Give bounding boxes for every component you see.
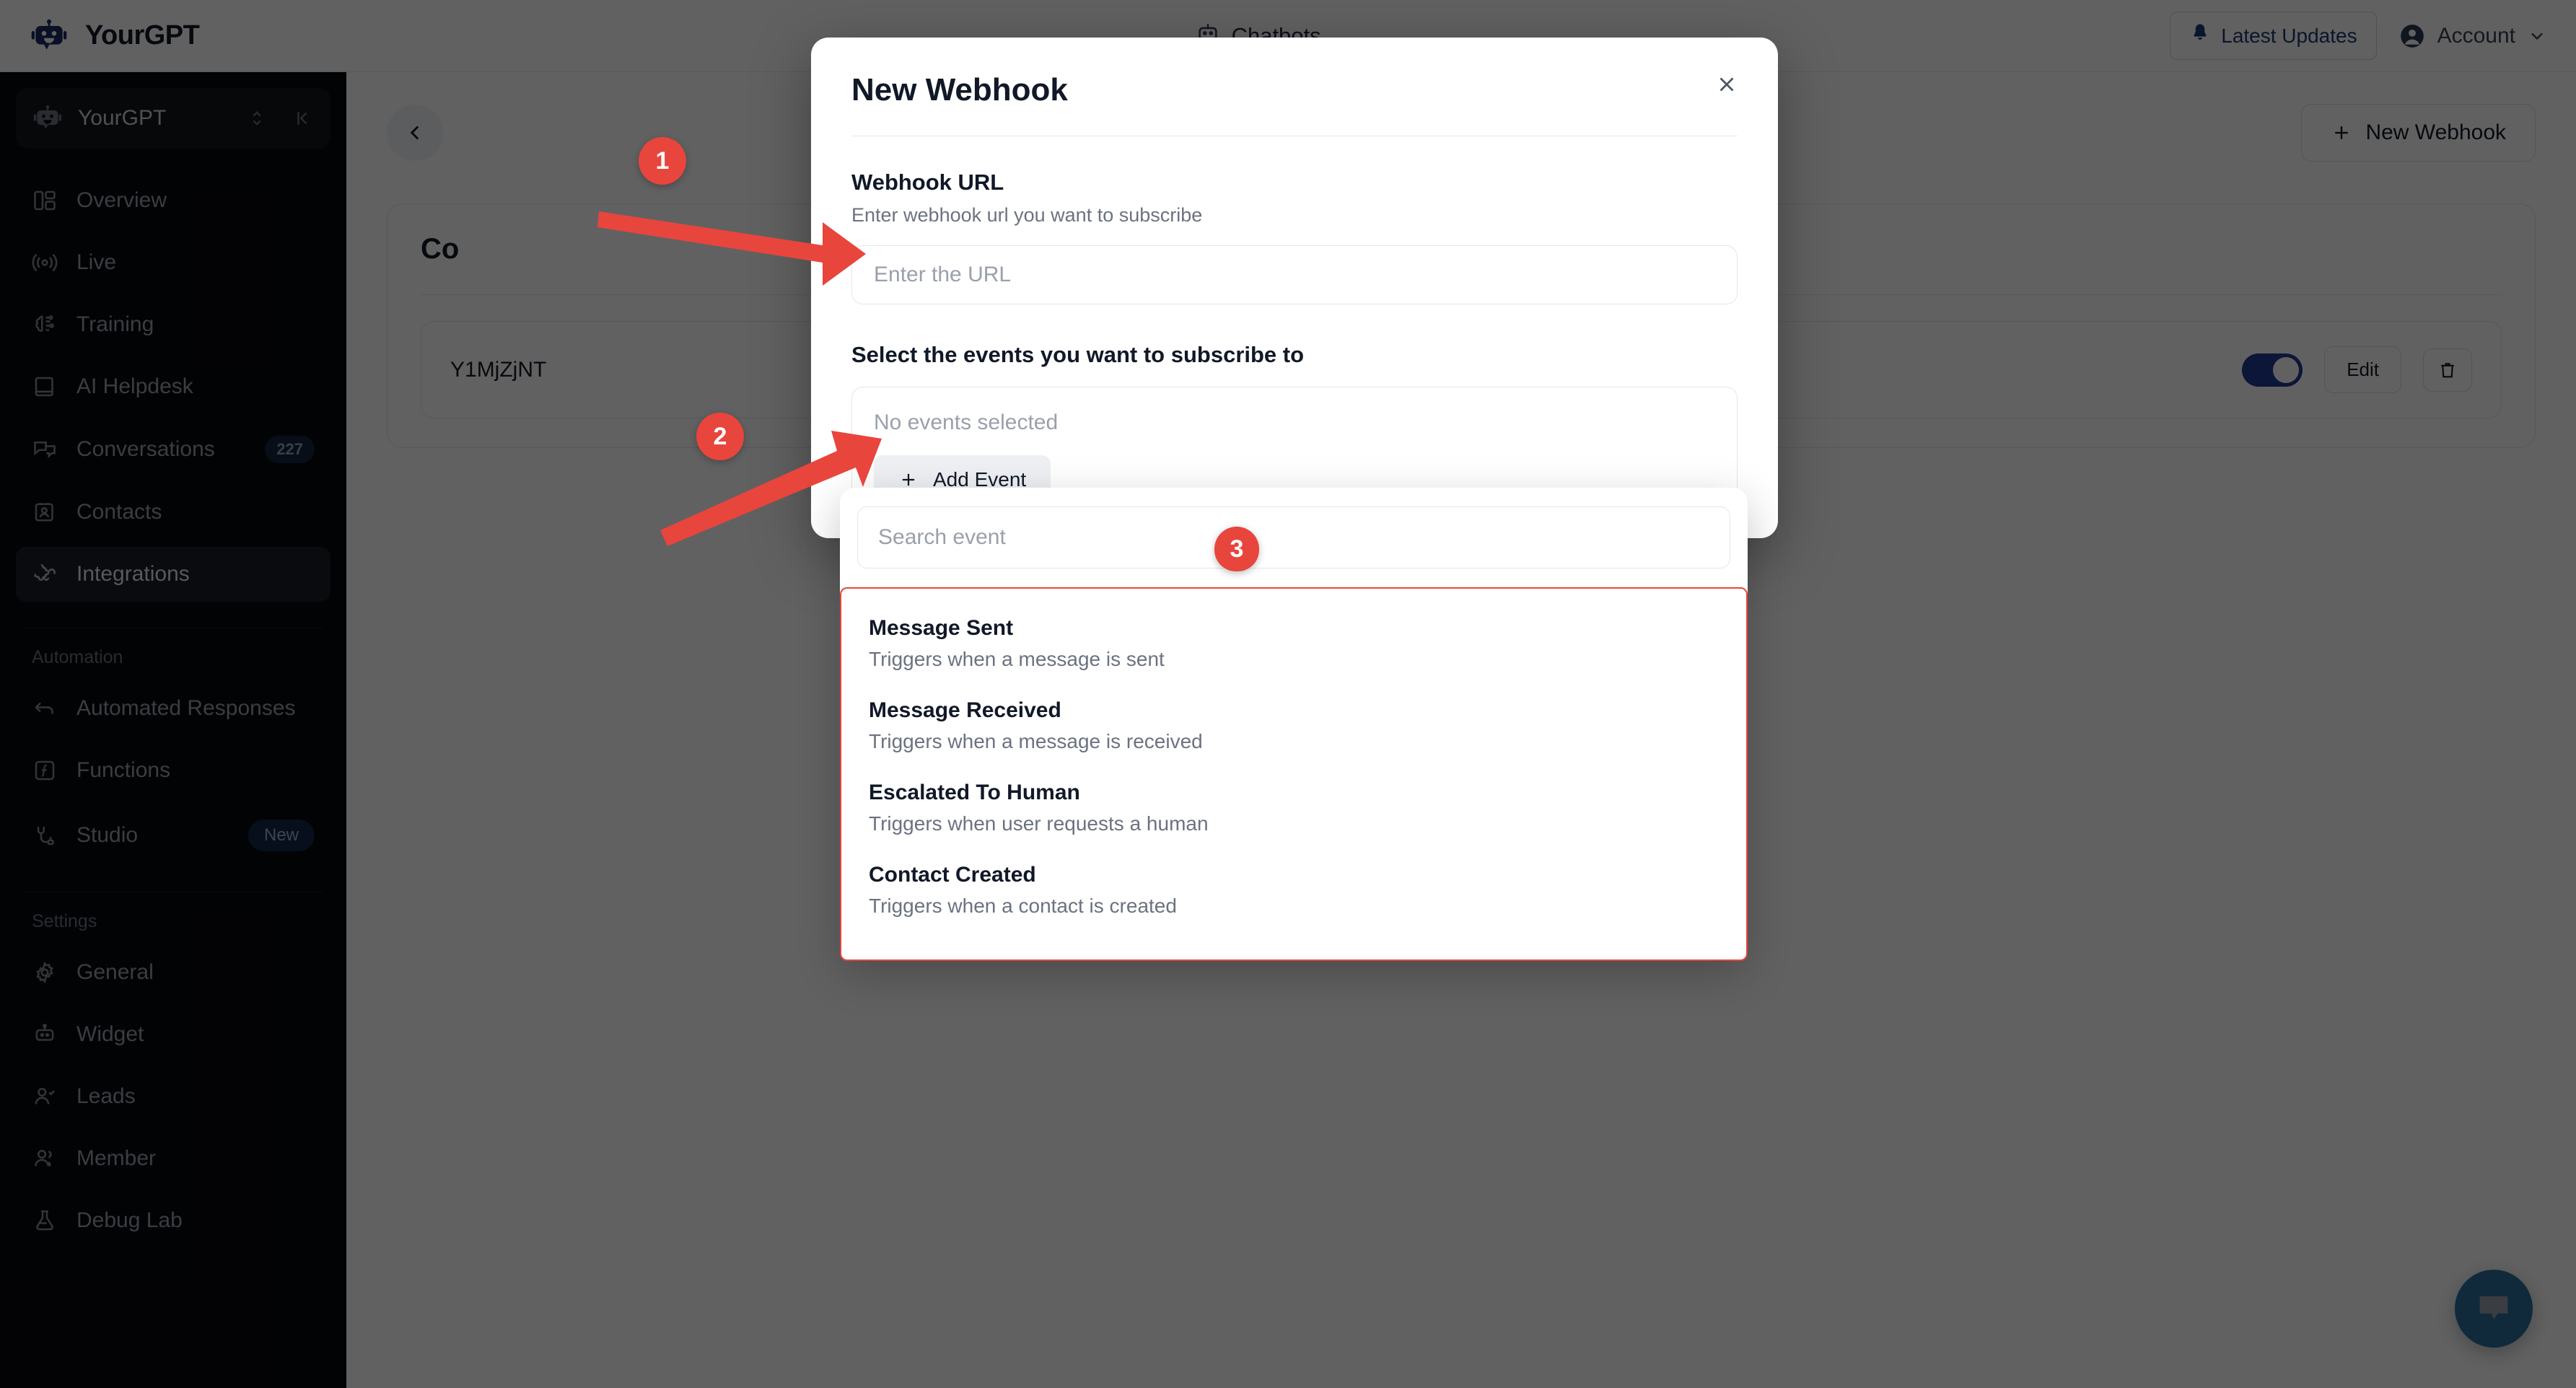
- list-item[interactable]: Escalated To Human Triggers when user re…: [869, 772, 1719, 854]
- webhook-url-input[interactable]: Enter the URL: [851, 245, 1738, 304]
- close-icon: [1714, 72, 1739, 97]
- event-name: Contact Created: [869, 863, 1719, 887]
- modal-header: New Webhook: [811, 38, 1778, 108]
- list-item[interactable]: Contact Created Triggers when a contact …: [869, 854, 1719, 936]
- event-name: Escalated To Human: [869, 781, 1719, 805]
- new-webhook-modal: New Webhook Webhook URL Enter webhook ur…: [811, 38, 1778, 538]
- event-description: Triggers when a contact is created: [869, 895, 1719, 918]
- webhook-url-label: Webhook URL: [851, 170, 1738, 196]
- events-section-title: Select the events you want to subscribe …: [851, 342, 1738, 368]
- webhook-url-help: Enter webhook url you want to subscribe: [851, 204, 1738, 227]
- event-picker-popover: Search event Message Sent Triggers when …: [840, 488, 1748, 961]
- close-button[interactable]: [1710, 68, 1743, 101]
- modal-title: New Webhook: [851, 72, 1738, 108]
- event-description: Triggers when a message is received: [869, 730, 1719, 753]
- list-item[interactable]: Message Sent Triggers when a message is …: [869, 607, 1719, 690]
- event-description: Triggers when user requests a human: [869, 812, 1719, 835]
- event-options-list: Message Sent Triggers when a message is …: [840, 587, 1748, 961]
- list-item[interactable]: Message Received Triggers when a message…: [869, 690, 1719, 772]
- event-name: Message Received: [869, 698, 1719, 723]
- app-root: YourGPT Chatbots Latest Updates: [0, 0, 2576, 1388]
- event-description: Triggers when a message is sent: [869, 648, 1719, 671]
- plus-icon: [898, 470, 919, 490]
- event-name: Message Sent: [869, 616, 1719, 641]
- search-event-input[interactable]: Search event: [857, 506, 1730, 568]
- modal-body: Webhook URL Enter webhook url you want t…: [811, 136, 1778, 531]
- no-events-text: No events selected: [874, 410, 1715, 435]
